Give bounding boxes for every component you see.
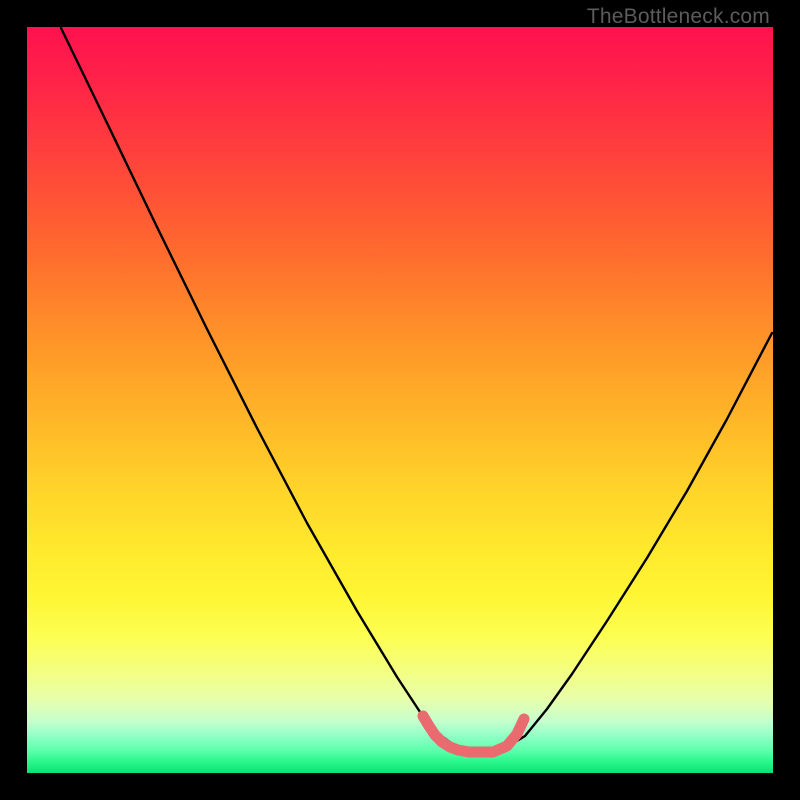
curve-layer [27,27,773,773]
pink-valley-overlay [423,716,524,752]
watermark-text: TheBottleneck.com [587,5,770,29]
chart-frame: TheBottleneck.com [0,0,800,800]
black-v-curve [61,28,772,752]
plot-area [27,27,773,773]
